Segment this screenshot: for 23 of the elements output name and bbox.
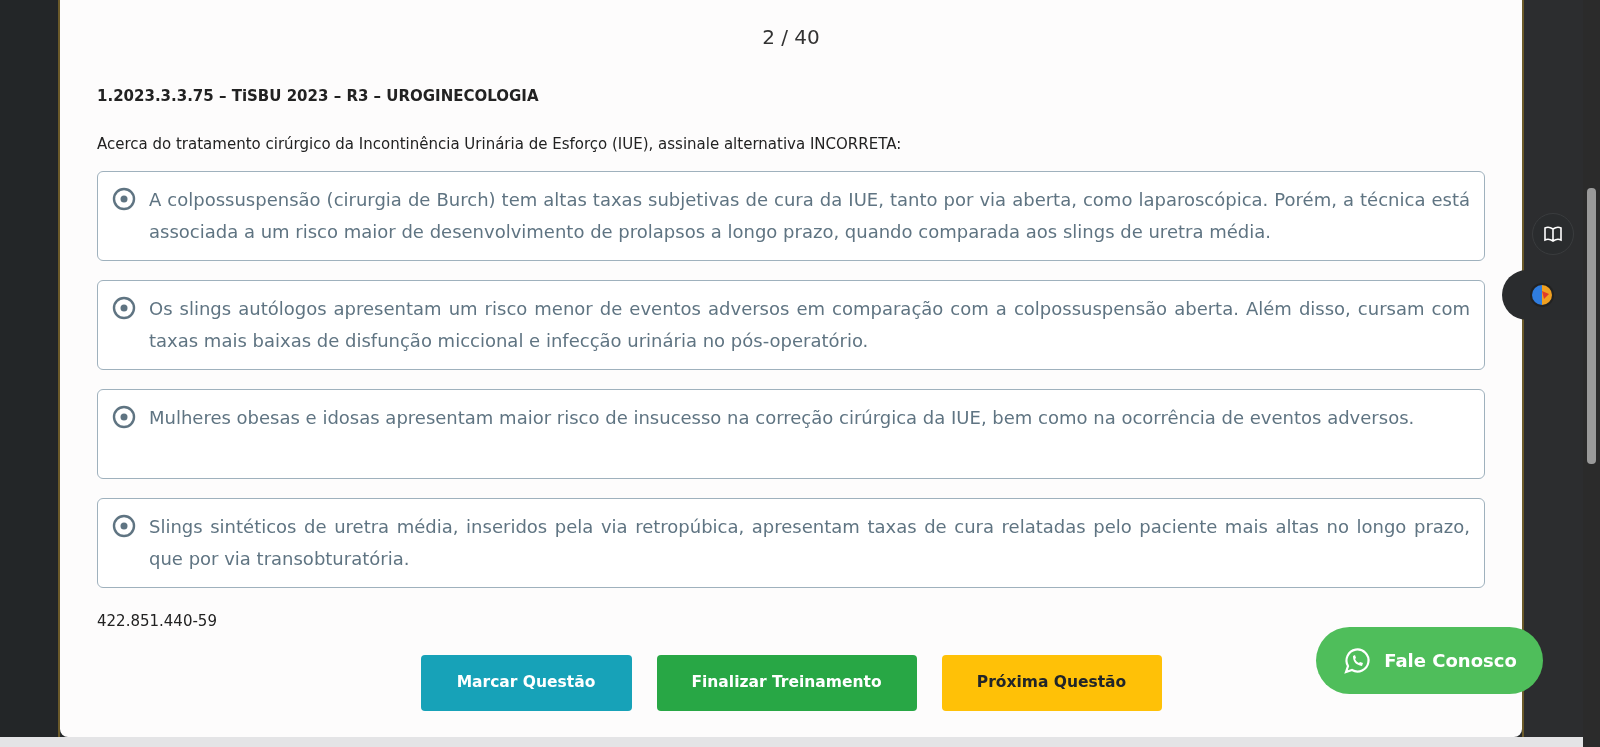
answer-option[interactable] xyxy=(97,171,1485,261)
whatsapp-icon xyxy=(1342,645,1373,676)
action-button[interactable]: Próxima Questão xyxy=(941,654,1162,711)
answer-option[interactable]: Mulheres obesas e idosas apresentam maior risco de insucesso na correção cirúrgica da IUE, bem como na ocorrência de eventos adversos. xyxy=(97,389,1485,479)
action-button[interactable]: Finalizar Treinamento xyxy=(656,654,917,711)
scroll-thumb[interactable] xyxy=(1587,188,1596,464)
radio-icon xyxy=(112,405,136,429)
option-text: Slings sintéticos de uretra média, inseridos pela via retropúbica, apresentam taxas de cura relatadas pelo paciente mais altas no longo prazo, que por via transobturatória. xyxy=(149,515,1470,571)
user-id: 422.851.440-59 xyxy=(97,611,218,632)
option-text: Mulheres obesas e idosas apresentam maior risco de insucesso na correção cirúrgica da IUE, bem como na ocorrência de eventos adversos. xyxy=(149,406,1415,430)
option-text: Os slings autólogos apresentam um risco menor de eventos adversos em comparação com a colpossuspensão aberta. Além disso, cursam com taxas mais baixas de disfunção miccional e infecção urinária no pós-operatório. xyxy=(149,297,1470,353)
answer-option[interactable] xyxy=(97,280,1485,370)
page-counter: 2 / 40 xyxy=(762,24,820,50)
option-text: A colpossuspensão (cirurgia de Burch) tem altas taxas subjetivas de cura da IUE, tanto por via aberta, como laparoscópica. Porém, a técnica está associada a um risco maior de desenvolvimento de prolapsos a longo prazo, quando comparada aos slings de uretra média. xyxy=(149,188,1470,244)
book-button[interactable] xyxy=(1532,213,1574,255)
radio-icon xyxy=(112,187,136,211)
book-icon xyxy=(1543,224,1563,244)
answer-option[interactable]: Slings sintéticos de uretra média, inseridos pela via retropúbica, apresentam taxas de cura relatadas pelo paciente mais altas no longo prazo, que por via transobturatória. xyxy=(97,498,1485,588)
radio-icon xyxy=(112,514,136,538)
action-button[interactable]: Marcar Questão xyxy=(420,654,632,711)
question-prompt: Acerca do tratamento cirúrgico da Incontinência Urinária de Esforço (IUE), assinale alternativa INCORRETA: xyxy=(97,133,903,155)
question-code: 1.2023.3.3.75 – TiSBU 2023 – R3 – UROGINECOLOGIA xyxy=(97,86,540,107)
radio-icon xyxy=(112,296,136,320)
